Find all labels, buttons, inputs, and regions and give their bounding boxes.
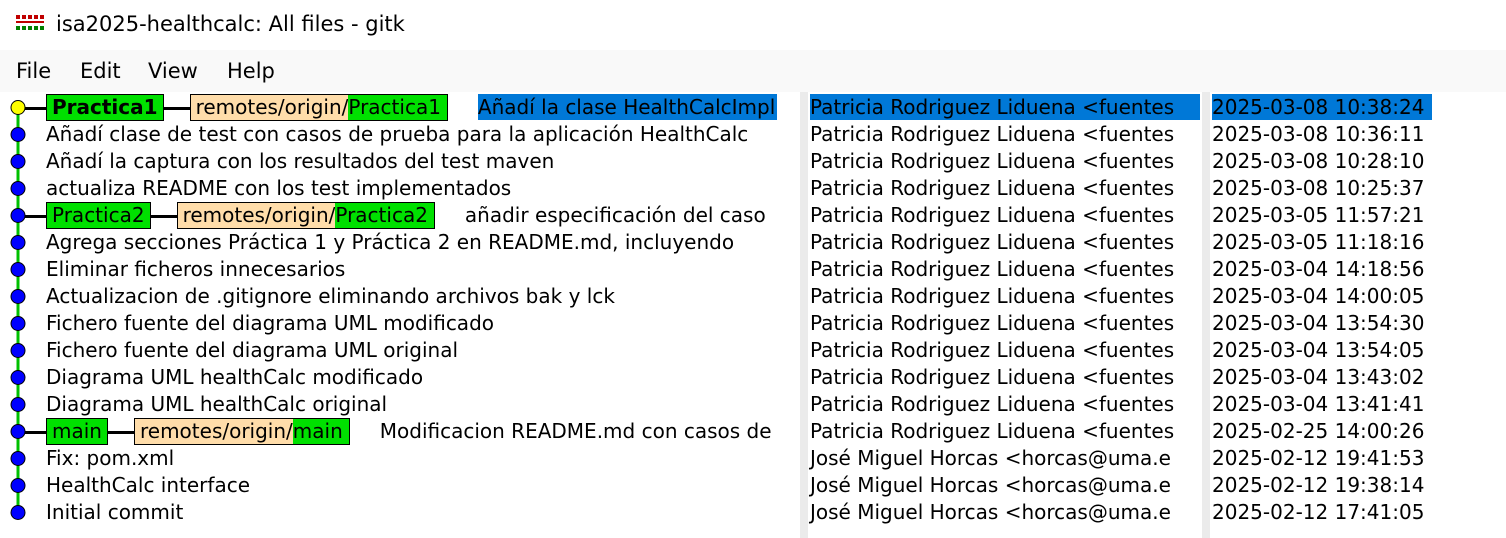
head-commit-node[interactable]: [10, 100, 26, 115]
date-pane[interactable]: 2025-03-08 10:38:24 2025-03-08 10:36:11 20…: [1210, 92, 1506, 538]
remote-prefix: remotes/origin/: [134, 419, 293, 444]
menu-edit[interactable]: Edit: [80, 56, 121, 86]
commit-author[interactable]: Patricia Rodriguez Liduena <fuentes: [810, 310, 1174, 336]
commit-message[interactable]: Initial commit: [46, 499, 183, 525]
commit-message[interactable]: actualiza README con los test implementa…: [46, 175, 511, 201]
commit-node[interactable]: [10, 505, 26, 520]
commit-author[interactable]: José Miguel Horcas <horcas@uma.e: [810, 445, 1171, 471]
title-bar: isa2025-healthcalc: All files - gitk: [0, 0, 1506, 50]
commit-node[interactable]: [10, 424, 26, 439]
commit-node[interactable]: [10, 262, 26, 277]
commit-node[interactable]: [10, 181, 26, 196]
commit-date[interactable]: 2025-03-05 11:57:21: [1212, 202, 1424, 228]
commit-author[interactable]: Patricia Rodriguez Liduena <fuentes: [810, 391, 1174, 417]
menu-help[interactable]: Help: [227, 56, 275, 86]
commit-message[interactable]: Añadí clase de test con casos de prueba …: [46, 121, 748, 147]
commit-message[interactable]: Diagrama UML healthCalc modificado: [46, 364, 423, 390]
commit-node[interactable]: [10, 397, 26, 412]
commit-node[interactable]: [10, 370, 26, 385]
commit-node[interactable]: [10, 235, 26, 250]
commit-date[interactable]: 2025-03-04 14:00:05: [1212, 283, 1424, 309]
branch-label[interactable]: main: [46, 418, 108, 445]
ref-connector: [150, 214, 177, 218]
commit-node[interactable]: [10, 127, 26, 142]
commit-author[interactable]: José Miguel Horcas <horcas@uma.e: [810, 499, 1171, 525]
commit-author[interactable]: Patricia Rodriguez Liduena <fuentes: [810, 364, 1174, 390]
commit-date[interactable]: 2025-03-08 10:36:11: [1212, 121, 1424, 147]
branch-label[interactable]: Practica1: [46, 94, 164, 121]
remote-branch-name: Practica2: [335, 203, 434, 228]
remote-branch-label[interactable]: remotes/origin/main: [133, 418, 350, 445]
commit-author[interactable]: Patricia Rodriguez Liduena <fuentes: [810, 175, 1174, 201]
commit-node[interactable]: [10, 343, 26, 358]
commit-node[interactable]: [10, 289, 26, 304]
commit-date[interactable]: 2025-02-12 17:41:05: [1212, 499, 1424, 525]
remote-branch-name: main: [292, 419, 349, 444]
ref-connector: [25, 214, 46, 218]
remote-prefix: remotes/origin/: [177, 203, 336, 228]
pane-divider[interactable]: [800, 92, 808, 538]
pane-divider[interactable]: [1202, 92, 1210, 538]
commit-author[interactable]: Patricia Rodriguez Liduena <fuentes: [810, 229, 1174, 255]
commit-author[interactable]: José Miguel Horcas <horcas@uma.e: [810, 472, 1171, 498]
commit-author[interactable]: Patricia Rodriguez Liduena <fuentes: [810, 418, 1174, 444]
remote-prefix: remotes/origin/: [190, 95, 349, 120]
commit-node[interactable]: [10, 478, 26, 493]
commit-date[interactable]: 2025-03-08 10:28:10: [1212, 148, 1424, 174]
commit-date[interactable]: 2025-03-04 14:18:56: [1212, 256, 1424, 282]
ref-connector: [107, 430, 134, 434]
commit-node[interactable]: [10, 316, 26, 331]
commit-message[interactable]: Agrega secciones Práctica 1 y Práctica 2…: [46, 229, 734, 255]
commit-node[interactable]: [10, 451, 26, 466]
commit-message[interactable]: añadir especificación del caso: [465, 202, 766, 228]
window-title: isa2025-healthcalc: All files - gitk: [56, 12, 405, 36]
remote-branch-label[interactable]: remotes/origin/Practica2: [176, 202, 435, 229]
remote-branch-label[interactable]: remotes/origin/Practica1: [189, 94, 448, 121]
menu-view[interactable]: View: [148, 56, 198, 86]
commit-message[interactable]: Añadí la clase HealthCalcImpl: [477, 94, 778, 120]
commit-date[interactable]: 2025-02-12 19:38:14: [1212, 472, 1424, 498]
menu-file[interactable]: File: [16, 56, 51, 86]
commit-author[interactable]: Patricia Rodriguez Liduena <fuentes: [810, 202, 1174, 228]
commit-date[interactable]: 2025-03-08 10:25:37: [1212, 175, 1424, 201]
commit-date[interactable]: 2025-03-04 13:41:41: [1212, 391, 1424, 417]
commit-message[interactable]: Diagrama UML healthCalc original: [46, 391, 387, 417]
commit-message[interactable]: Añadí la captura con los resultados del …: [46, 148, 554, 174]
commit-date[interactable]: 2025-03-08 10:38:24: [1212, 94, 1432, 120]
ref-connector: [163, 106, 190, 110]
commit-author[interactable]: Patricia Rodriguez Liduena <fuentes: [810, 283, 1174, 309]
author-pane[interactable]: Patricia Rodriguez Liduena <fuentes Patri…: [808, 92, 1202, 538]
remote-branch-name: Practica1: [348, 95, 447, 120]
commit-graph-pane[interactable]: Practica1 remotes/origin/Practica1 Añadí l…: [0, 92, 800, 538]
commit-date[interactable]: 2025-03-04 13:43:02: [1212, 364, 1424, 390]
commit-author[interactable]: Patricia Rodriguez Liduena <fuentes: [810, 121, 1174, 147]
commit-author[interactable]: Patricia Rodriguez Liduena <fuentes: [810, 337, 1174, 363]
commit-message[interactable]: Modificacion README.md con casos de: [380, 418, 772, 444]
commit-message[interactable]: Fix: pom.xml: [46, 445, 174, 471]
commit-date[interactable]: 2025-03-04 13:54:05: [1212, 337, 1424, 363]
commit-author[interactable]: Patricia Rodriguez Liduena <fuentes: [810, 148, 1174, 174]
commit-author[interactable]: Patricia Rodriguez Liduena <fuentes: [810, 256, 1174, 282]
ref-connector: [25, 430, 46, 434]
commit-date[interactable]: 2025-02-25 14:00:26: [1212, 418, 1424, 444]
commit-date[interactable]: 2025-03-04 13:54:30: [1212, 310, 1424, 336]
commit-message[interactable]: HealthCalc interface: [46, 472, 250, 498]
commit-message[interactable]: Eliminar ficheros innecesarios: [46, 256, 345, 282]
menu-bar: File Edit View Help: [0, 50, 1506, 92]
commit-message[interactable]: Fichero fuente del diagrama UML modifica…: [46, 310, 494, 336]
commit-node[interactable]: [10, 154, 26, 169]
gitk-app-icon: [16, 15, 44, 30]
ref-connector: [25, 106, 46, 110]
commit-message[interactable]: Fichero fuente del diagrama UML original: [46, 337, 458, 363]
commit-date[interactable]: 2025-03-05 11:18:16: [1212, 229, 1424, 255]
commit-message[interactable]: Actualizacion de .gitignore eliminando a…: [46, 283, 615, 309]
commit-node[interactable]: [10, 208, 26, 223]
branch-label[interactable]: Practica2: [46, 202, 151, 229]
commit-author[interactable]: Patricia Rodriguez Liduena <fuentes: [810, 94, 1200, 120]
commit-date[interactable]: 2025-02-12 19:41:53: [1212, 445, 1424, 471]
